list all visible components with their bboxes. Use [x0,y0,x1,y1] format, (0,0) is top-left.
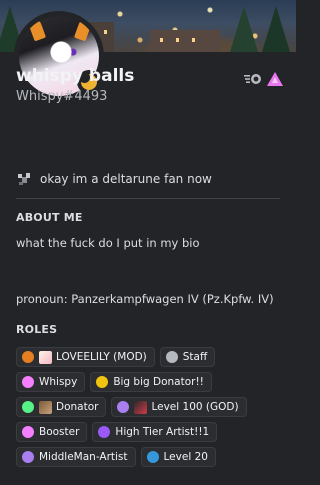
role-pill[interactable]: Big big Donator!! [90,372,212,392]
role-name: MiddleMan-Artist [39,451,128,463]
role-color-dot [96,376,109,388]
role-color-dot [22,426,34,438]
custom-status-emoji-icon [16,171,32,187]
role-color-dot [22,376,34,388]
role-name: High Tier Artist!!1 [115,426,210,438]
image-icon [39,400,52,414]
role-color-dot [165,351,178,363]
custom-status: okay im a deltarune fan now [16,171,212,187]
user-tag: Whispy#4493 [16,89,108,104]
nitro-badge-icon[interactable] [244,71,262,87]
divider [16,198,280,199]
role-pill[interactable]: Booster [16,422,88,442]
about-me-line: what the fuck do I put in my bio [16,236,200,250]
role-color-dot [22,401,34,413]
role-color-dot [146,451,159,463]
role-color-dot [22,351,34,363]
avatar-image-icon [39,350,52,364]
role-pill[interactable]: Whispy [16,372,86,392]
role-name: Level 100 (GOD) [151,401,239,413]
banner-tree [262,6,290,52]
display-name: whispy balls [16,66,135,86]
roles-title: ROLES [16,323,58,336]
custom-status-text: okay im a deltarune fan now [40,172,212,186]
role-name: Staff [182,351,208,363]
role-name: Booster [39,426,80,438]
role-name: Donator [56,401,99,413]
role-pill[interactable]: High Tier Artist!!1 [92,422,218,442]
role-name: Level 20 [163,451,208,463]
role-list: LOVEELILY (MOD) Staff Whispy Big big Don… [16,347,286,472]
role-pill[interactable]: Staff [159,347,216,367]
role-name: Big big Donator!! [113,376,204,388]
badge-list [244,71,284,87]
role-name: Whispy [39,376,78,388]
banner-tree [230,6,258,52]
role-name: LOVEELILY (MOD) [56,351,147,363]
role-pill[interactable]: Level 20 [140,447,216,467]
role-pill[interactable]: LOVEELILY (MOD) [16,347,155,367]
role-pill[interactable]: MiddleMan-Artist [16,447,136,467]
role-pill[interactable]: Donator [16,397,107,417]
role-color-dot [117,401,130,413]
role-color-dot [22,451,34,463]
about-me-title: ABOUT ME [16,211,83,224]
role-pill[interactable]: Level 100 (GOD) [111,397,247,417]
image-icon [134,400,148,414]
role-color-dot [98,426,111,438]
triangle-badge-icon[interactable] [266,71,284,87]
about-me-line: pronoun: Panzerkampfwagen IV (Pz.Kpfw. I… [16,292,274,306]
